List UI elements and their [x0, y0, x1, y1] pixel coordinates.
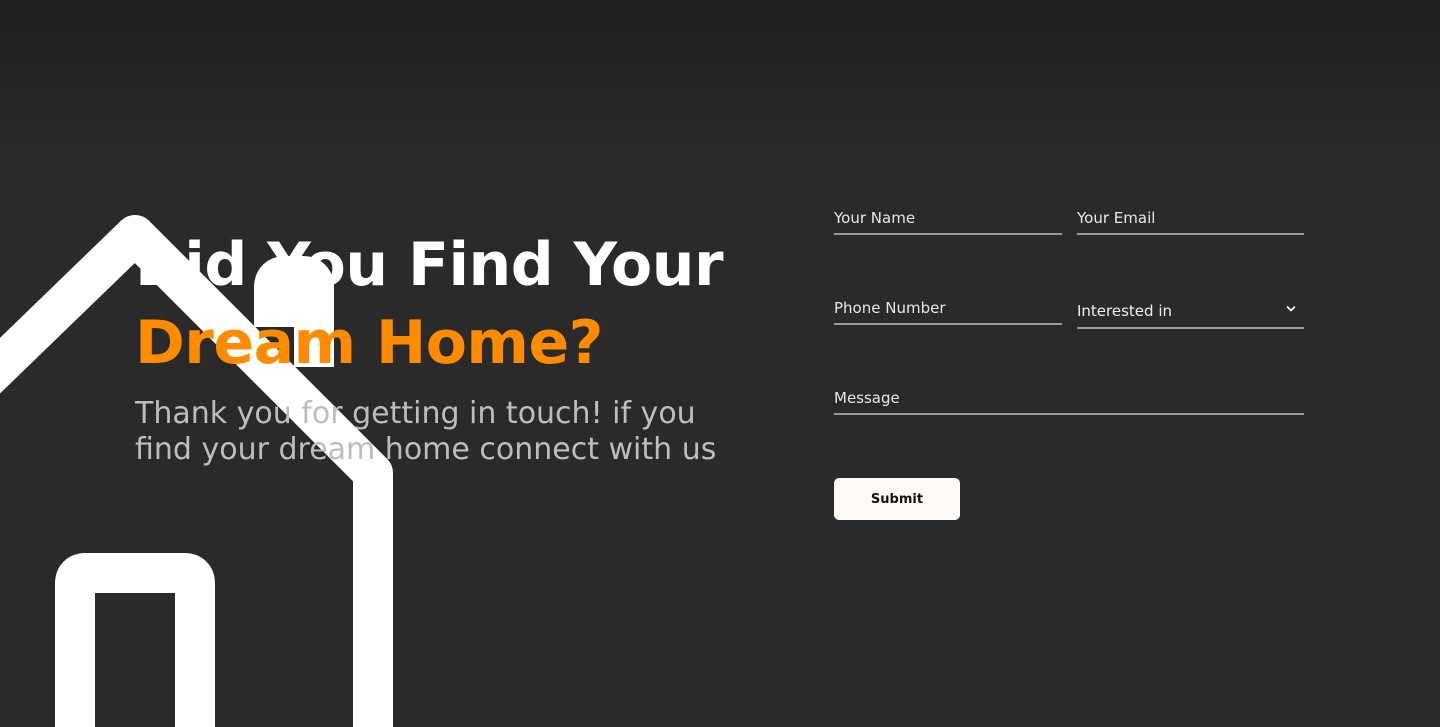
submit-button[interactable]: Submit [834, 478, 960, 520]
page-headline: Did You Find Your Dream Home? [135, 226, 724, 382]
headline-line-accent: Dream Home? [135, 308, 603, 378]
interest-select-value: Interested in [1077, 302, 1172, 320]
message-field [834, 380, 1304, 415]
message-input[interactable] [834, 380, 1304, 413]
interest-select[interactable]: Interested in [1077, 290, 1304, 329]
name-field [834, 200, 1062, 235]
name-input[interactable] [834, 200, 1062, 233]
email-field [1077, 200, 1304, 235]
contact-form: Interested in Submit [834, 200, 1304, 530]
headline-line-primary: Did You Find Your [135, 230, 724, 300]
contact-page: Did You Find Your Dream Home? Thank you … [0, 0, 1440, 727]
phone-field [834, 290, 1062, 325]
phone-input[interactable] [834, 290, 1062, 323]
email-input[interactable] [1077, 200, 1304, 233]
hero-subtext: Thank you for getting in touch! if you f… [135, 396, 717, 467]
chevron-down-icon [1286, 306, 1296, 312]
